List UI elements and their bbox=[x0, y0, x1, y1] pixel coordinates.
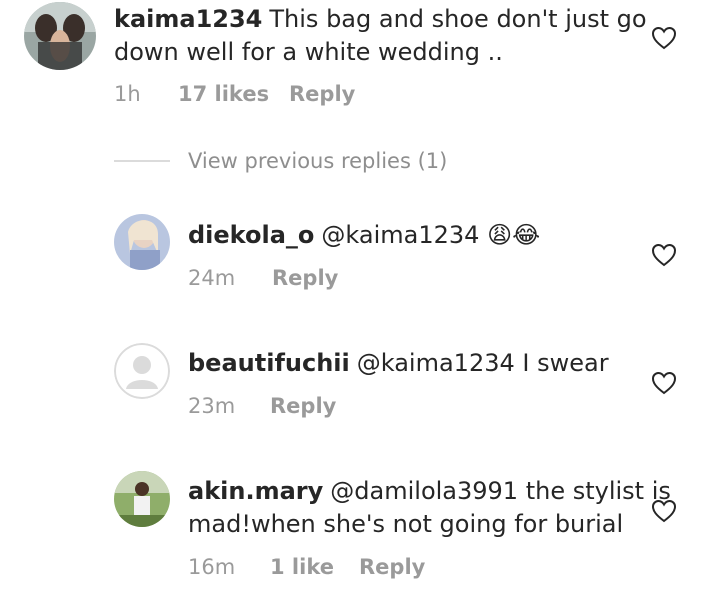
reply-3-likes[interactable]: 1 like bbox=[270, 555, 334, 579]
reply-1-reply-button[interactable]: Reply bbox=[272, 266, 338, 290]
reply-3-username[interactable]: akin.mary bbox=[188, 477, 323, 505]
reply-3-text-line1: akin.mary @damilola3991 the stylist is bbox=[188, 475, 671, 508]
avatar[interactable] bbox=[24, 2, 96, 70]
reply-2-body: @kaima1234 I swear bbox=[356, 349, 609, 377]
reply-3-body-line1: @damilola3991 the stylist is bbox=[330, 477, 671, 505]
comment-text-line1: This bag and shoe don't just go bbox=[269, 5, 647, 33]
reply-2-reply-button[interactable]: Reply bbox=[270, 394, 336, 418]
comment-likes[interactable]: 17 likes bbox=[178, 82, 269, 106]
comment-reply-button[interactable]: Reply bbox=[289, 82, 355, 106]
replies-divider bbox=[114, 160, 170, 162]
reply-3-reply-button[interactable]: Reply bbox=[359, 555, 425, 579]
comment-time: 1h bbox=[114, 82, 141, 106]
heart-outline-icon[interactable] bbox=[651, 371, 677, 395]
reply-2-username[interactable]: beautifuchii bbox=[188, 349, 350, 377]
reply-1-text: diekola_o @kaima1234 😩😂 bbox=[188, 219, 540, 252]
avatar[interactable] bbox=[114, 214, 170, 270]
comment-text: kaima1234 This bag and shoe don't just go bbox=[114, 3, 647, 36]
reply-2-text: beautifuchii @kaima1234 I swear bbox=[188, 347, 609, 380]
reply-1-username[interactable]: diekola_o bbox=[188, 221, 314, 249]
comment-text-line2: down well for a white wedding .. bbox=[114, 38, 503, 66]
comment-username[interactable]: kaima1234 bbox=[114, 5, 262, 33]
reply-1-time: 24m bbox=[188, 266, 236, 290]
heart-outline-icon[interactable] bbox=[651, 499, 677, 523]
view-previous-replies-link[interactable]: View previous replies (1) bbox=[188, 149, 447, 173]
default-avatar-icon[interactable] bbox=[114, 343, 170, 399]
reply-3-time: 16m bbox=[188, 555, 236, 579]
reply-1-emojis: 😩😂 bbox=[487, 221, 541, 249]
reply-1-mention[interactable]: @kaima1234 bbox=[321, 221, 479, 249]
heart-outline-icon[interactable] bbox=[651, 243, 677, 267]
heart-outline-icon[interactable] bbox=[651, 26, 677, 50]
reply-3-text-line2: mad!when she's not going for burial bbox=[188, 510, 624, 538]
avatar[interactable] bbox=[114, 471, 170, 527]
reply-2-time: 23m bbox=[188, 394, 236, 418]
